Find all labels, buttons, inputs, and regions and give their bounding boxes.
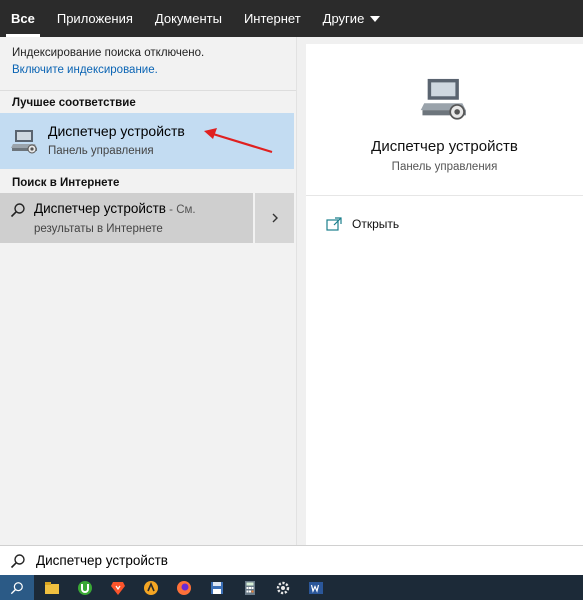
taskbar-word[interactable] <box>300 575 331 600</box>
chevron-right-icon <box>272 213 278 223</box>
taskbar-avast[interactable] <box>135 575 166 600</box>
indexing-notice-text: Индексирование поиска отключено. <box>12 47 205 59</box>
preview-subtitle: Панель управления <box>391 161 498 173</box>
indexing-notice: Индексирование поиска отключено. Включит… <box>0 37 296 91</box>
utorrent-icon <box>77 580 92 595</box>
tab-all[interactable]: Все <box>0 0 46 37</box>
web-result-title: Диспетчер устройств <box>34 201 166 216</box>
search-tabs: Все Приложения Документы Интернет Другие <box>0 0 583 37</box>
best-match-text: Диспетчер устройств Панель управления <box>48 122 185 160</box>
open-action-label: Открыть <box>352 217 400 231</box>
tab-more-label: Другие <box>322 11 365 26</box>
tab-apps[interactable]: Приложения <box>46 0 144 37</box>
web-search-header: Поиск в Интернете <box>12 177 120 189</box>
device-manager-icon <box>11 130 37 154</box>
enable-indexing-link[interactable]: Включите индексирование. <box>12 62 284 79</box>
device-manager-icon <box>420 78 466 120</box>
chevron-down-icon <box>370 16 381 22</box>
web-result-expand-button[interactable] <box>255 193 294 243</box>
settings-icon <box>276 581 289 594</box>
web-result-subtitle: результаты в Интернете <box>34 223 163 235</box>
tab-documents[interactable]: Документы <box>144 0 233 37</box>
search-input[interactable] <box>36 553 556 568</box>
taskbar-file-explorer[interactable] <box>36 575 67 600</box>
web-result-row: Диспетчер устройств - См. результаты в И… <box>0 193 296 243</box>
web-result-title-line: Диспетчер устройств - См. <box>34 201 196 218</box>
open-icon <box>326 217 342 231</box>
save-icon <box>210 581 223 594</box>
search-icon <box>10 581 23 594</box>
taskbar <box>0 575 583 600</box>
web-result[interactable]: Диспетчер устройств - См. результаты в И… <box>0 193 253 243</box>
web-result-text: Диспетчер устройств - См. результаты в И… <box>34 201 196 237</box>
taskbar-calculator[interactable] <box>234 575 265 600</box>
taskbar-search-button[interactable] <box>0 575 34 600</box>
best-match-title: Диспетчер устройств <box>48 123 185 139</box>
brave-icon <box>110 581 125 595</box>
firefox-icon <box>176 580 191 595</box>
search-icon <box>10 553 25 568</box>
results-panel: Индексирование поиска отключено. Включит… <box>0 37 297 545</box>
avast-icon <box>143 580 158 595</box>
tab-documents-label: Документы <box>154 11 222 26</box>
preview-header: Диспетчер устройств Панель управления <box>306 44 583 196</box>
web-result-suffix: - См. <box>165 204 196 216</box>
tab-more[interactable]: Другие <box>312 0 392 37</box>
tab-all-label: Все <box>11 11 35 26</box>
preview-panel: Диспетчер устройств Панель управления От… <box>306 44 583 545</box>
tab-internet-label: Интернет <box>243 11 301 26</box>
taskbar-firefox[interactable] <box>168 575 199 600</box>
file-explorer-icon <box>44 581 59 594</box>
best-match-header: Лучшее соответствие <box>12 97 136 109</box>
open-action[interactable]: Открыть <box>306 214 583 234</box>
taskbar-settings[interactable] <box>267 575 298 600</box>
best-match-subtitle: Панель управления <box>48 145 154 157</box>
taskbar-save[interactable] <box>201 575 232 600</box>
tab-apps-label: Приложения <box>56 11 133 26</box>
taskbar-utorrent[interactable] <box>69 575 100 600</box>
word-icon <box>308 581 323 594</box>
search-icon <box>10 203 25 218</box>
preview-title: Диспетчер устройств <box>371 138 518 155</box>
calculator-icon <box>244 580 255 595</box>
taskbar-brave[interactable] <box>102 575 133 600</box>
tab-internet[interactable]: Интернет <box>233 0 312 37</box>
best-match-result[interactable]: Диспетчер устройств Панель управления <box>0 113 294 169</box>
search-bar <box>0 545 583 575</box>
